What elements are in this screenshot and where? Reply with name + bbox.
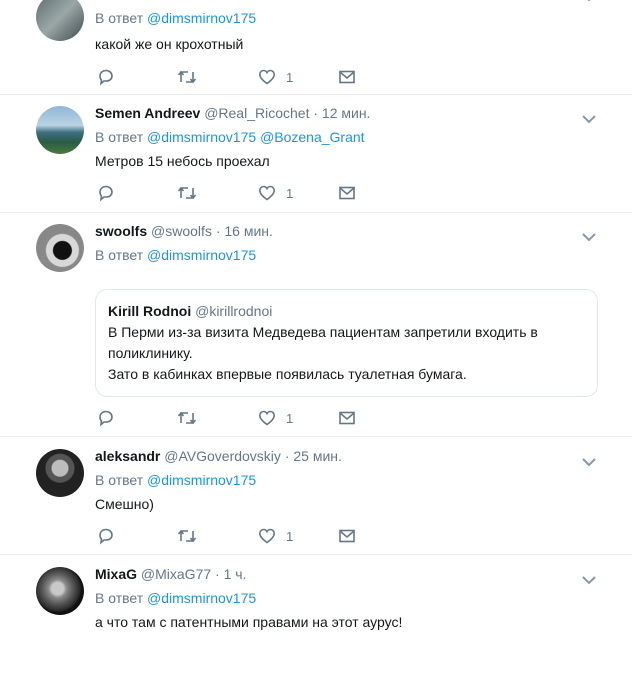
tweet-actions: 1	[95, 408, 365, 428]
timestamp[interactable]: · 16 мин.	[216, 223, 273, 239]
chevron-down-icon[interactable]	[582, 454, 596, 467]
like-button[interactable]: 1	[258, 183, 293, 203]
reply-button[interactable]	[97, 408, 115, 428]
retweet-icon	[177, 529, 197, 543]
retweet-icon	[177, 186, 197, 200]
like-count: 1	[286, 69, 294, 85]
user-handle[interactable]: @Real_Ricochet	[204, 105, 309, 121]
avatar[interactable]	[36, 449, 84, 497]
like-button[interactable]: 1	[258, 67, 293, 87]
quoted-tweet[interactable]: Kirill Rodnoi @kirillrodnoi В Перми из-з…	[95, 289, 598, 397]
like-button[interactable]: 1	[258, 526, 293, 546]
tweet[interactable]: Semen Andreev @Real_Ricochet · 12 мин. В…	[0, 94, 632, 213]
user-handle[interactable]: @AVGoverdovskiy	[164, 448, 281, 464]
quote-text-line: поликлинику.	[108, 345, 193, 361]
display-name[interactable]: swoolfs	[95, 223, 147, 239]
message-icon	[339, 529, 355, 543]
quote-display-name: Kirill Rodnoi	[108, 303, 192, 319]
reply-button[interactable]	[97, 526, 115, 546]
reply-context: В ответ @dimsmirnov175	[95, 10, 257, 26]
like-count: 1	[286, 410, 294, 426]
quote-text-line: Зато в кабинках впервые появилась туалет…	[108, 366, 467, 382]
retweet-button[interactable]	[177, 526, 197, 546]
message-button[interactable]	[338, 67, 356, 87]
like-icon	[258, 528, 276, 544]
quote-handle: @kirillrodnoi	[195, 303, 273, 319]
tweet-header: MixaG @MixaG77 · 1 ч.	[95, 566, 246, 582]
like-button[interactable]: 1	[258, 408, 293, 428]
like-count: 1	[286, 528, 294, 544]
tweet-text: Смешно)	[95, 496, 154, 512]
message-button[interactable]	[338, 183, 356, 203]
retweet-button[interactable]	[177, 183, 197, 203]
like-count: 1	[286, 185, 294, 201]
avatar[interactable]	[36, 224, 84, 272]
reply-button[interactable]	[97, 67, 115, 87]
chevron-down-icon[interactable]	[582, 572, 596, 585]
mention-link[interactable]: @Bozena_Grant	[260, 129, 365, 145]
avatar[interactable]	[36, 106, 84, 154]
message-button[interactable]	[338, 526, 356, 546]
reply-button[interactable]	[97, 183, 115, 203]
tweet-text: а что там с патентными правами на этот а…	[95, 614, 403, 630]
reply-context: В ответ @dimsmirnov175	[95, 590, 257, 606]
tweet-text: Метров 15 небось проехал	[95, 153, 270, 169]
tweet[interactable]: MixaG @MixaG77 · 1 ч. В ответ @dimsmirno…	[0, 554, 632, 674]
timestamp[interactable]: · 25 мин.	[285, 448, 342, 464]
avatar[interactable]	[36, 0, 84, 41]
reply-icon	[99, 185, 113, 202]
tweet-header: Semen Andreev @Real_Ricochet · 12 мин.	[95, 105, 370, 121]
tweet[interactable]: swoolfs @swoolfs · 16 мин. В ответ @dims…	[0, 212, 632, 437]
reply-context: В ответ @dimsmirnov175 @Bozena_Grant	[95, 129, 365, 145]
mention-link[interactable]: @dimsmirnov175	[147, 129, 256, 145]
user-handle[interactable]: @MixaG77	[141, 566, 211, 582]
mention-link[interactable]: @dimsmirnov175	[147, 247, 256, 263]
mention-link[interactable]: @dimsmirnov175	[147, 10, 256, 26]
message-icon	[339, 186, 355, 200]
quote-header: Kirill Rodnoi @kirillrodnoi	[108, 303, 272, 319]
reply-icon	[99, 528, 113, 545]
tweet-header: swoolfs @swoolfs · 16 мин.	[95, 223, 273, 239]
user-handle[interactable]: @swoolfs	[151, 223, 212, 239]
message-icon	[339, 411, 355, 425]
retweet-icon	[177, 70, 197, 84]
message-icon	[339, 70, 355, 84]
avatar[interactable]	[36, 567, 84, 615]
retweet-button[interactable]	[177, 67, 197, 87]
reply-context: В ответ @dimsmirnov175	[95, 472, 257, 488]
tweet-actions: 1	[95, 67, 365, 87]
tweet[interactable]: В ответ @dimsmirnov175 какой же он крохо…	[0, 0, 632, 95]
timestamp[interactable]: · 12 мин.	[313, 105, 370, 121]
reply-context: В ответ @dimsmirnov175	[95, 247, 257, 263]
display-name[interactable]: Semen Andreev	[95, 105, 200, 121]
like-icon	[258, 185, 276, 201]
reply-icon	[99, 69, 113, 86]
tweet-text: какой же он крохотный	[95, 36, 244, 52]
chevron-down-icon[interactable]	[582, 111, 596, 124]
quote-text-line: В Перми из-за визита Медведева пациентам…	[108, 324, 538, 340]
retweet-button[interactable]	[177, 408, 197, 428]
display-name[interactable]: aleksandr	[95, 448, 160, 464]
message-button[interactable]	[338, 408, 356, 428]
mention-link[interactable]: @dimsmirnov175	[147, 472, 256, 488]
tweet-actions: 1	[95, 526, 365, 546]
tweet[interactable]: aleksandr @AVGoverdovskiy · 25 мин. В от…	[0, 436, 632, 555]
reply-icon	[99, 410, 113, 427]
display-name[interactable]: MixaG	[95, 566, 137, 582]
tweet-actions: 1	[95, 183, 365, 203]
like-icon	[258, 410, 276, 426]
mention-link[interactable]: @dimsmirnov175	[147, 590, 256, 606]
timestamp[interactable]: · 1 ч.	[215, 566, 246, 582]
chevron-down-icon[interactable]	[582, 229, 596, 242]
like-icon	[258, 69, 276, 85]
tweet-header: aleksandr @AVGoverdovskiy · 25 мин.	[95, 448, 342, 464]
retweet-icon	[177, 411, 197, 425]
